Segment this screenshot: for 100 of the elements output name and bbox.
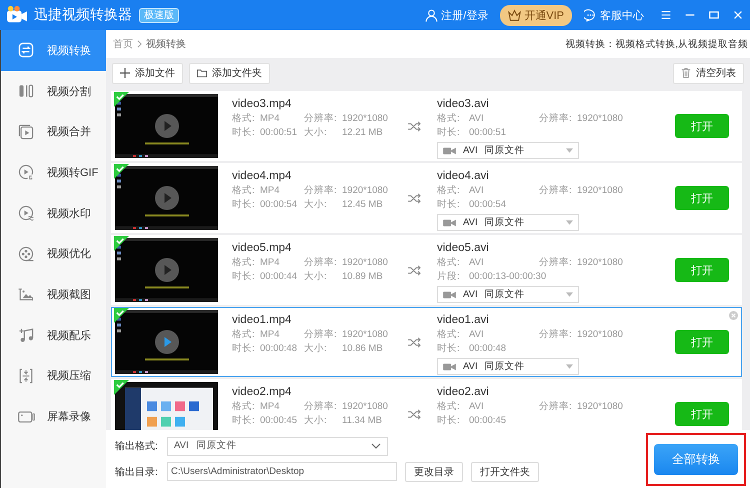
- play-icon[interactable]: [155, 330, 179, 354]
- checkmark-icon[interactable]: [114, 164, 129, 179]
- tool-icon: [17, 366, 35, 385]
- maximize-icon[interactable]: [708, 9, 720, 21]
- shuffle-icon: [408, 336, 421, 348]
- field-label: 时长:: [232, 199, 256, 211]
- field-label: 大小:: [304, 343, 328, 355]
- field-label: 分辨率:: [304, 401, 338, 413]
- field-label: 格式:: [232, 113, 256, 125]
- open-folder-button[interactable]: 打开文件夹: [471, 462, 539, 482]
- field-label: 分辨率:: [304, 185, 338, 197]
- play-icon[interactable]: [155, 186, 179, 210]
- file-row[interactable]: video4.mp4 格式: MP4 分辨率: 1920*1080 时长: 00:00:54 大小: 12.45 MB video4.avi 格式: AVI 分辨率: 1920*1080 时长: 00:00:54 AVI 同原文件 打开: [111, 163, 742, 233]
- field-value: 00:00:44: [260, 271, 298, 283]
- field-value: 1920*1080: [577, 257, 624, 269]
- field-label: 格式:: [437, 329, 461, 341]
- output-format-select[interactable]: AVI 同原文件: [167, 436, 388, 456]
- dropdown-caret-icon: [566, 220, 573, 225]
- play-icon[interactable]: [155, 258, 179, 282]
- output-folder-label: 输出目录:: [115, 466, 159, 478]
- field-label: 片段:: [437, 271, 461, 283]
- checkmark-icon[interactable]: [114, 236, 129, 251]
- sidebar-item[interactable]: 屏幕录像: [1, 396, 106, 437]
- format-dropdown[interactable]: AVI 同原文件: [437, 142, 579, 159]
- user-icon: [425, 8, 438, 22]
- quality-value: 同原文件: [484, 288, 525, 300]
- field-label: 格式:: [232, 185, 256, 197]
- login-button[interactable]: 注册/登录: [421, 8, 492, 22]
- field-value: AVI: [469, 329, 485, 341]
- video-camera-icon: [443, 362, 456, 370]
- sidebar-item[interactable]: 视频压缩: [1, 356, 106, 396]
- field-value: 1920*1080: [342, 257, 389, 269]
- sidebar-item[interactable]: 视频分割: [1, 70, 106, 112]
- field-label: 分辨率:: [539, 185, 573, 197]
- sidebar-item[interactable]: 视频合并: [1, 111, 106, 152]
- tool-icon: [17, 122, 35, 141]
- tool-icon: [17, 163, 35, 182]
- close-icon[interactable]: [732, 9, 744, 21]
- camera-logo-icon: [6, 5, 28, 25]
- sidebar-item[interactable]: 视频转GIF: [1, 152, 106, 193]
- file-row[interactable]: video5.mp4 格式: MP4 分辨率: 1920*1080 时长: 00:00:44 大小: 10.89 MB video5.avi 格式: AVI 分辨率: 1920*1080 片段: 00:00:13-00:00:30 AVI 同原文件 打开: [111, 235, 742, 305]
- shuffle-icon: [408, 192, 421, 204]
- field-label: 时长:: [232, 127, 256, 139]
- vip-button[interactable]: 开通VIP: [500, 4, 572, 26]
- page-description: 视频转换：视频格式转换,从视频提取音频: [565, 38, 748, 50]
- field-label: 格式:: [437, 113, 461, 125]
- format-dropdown[interactable]: AVI 同原文件: [437, 214, 579, 231]
- window-title: 迅捷视频转换器: [34, 6, 132, 24]
- format-value: AVI: [463, 360, 478, 372]
- file-name: video4.mp4: [232, 169, 292, 183]
- chevron-icon: [137, 40, 142, 48]
- field-label: 分辨率:: [539, 257, 573, 269]
- checkmark-icon[interactable]: [114, 380, 129, 395]
- field-value: 1920*1080: [342, 329, 389, 341]
- change-folder-button[interactable]: 更改目录: [405, 462, 463, 482]
- sidebar-item[interactable]: 视频截图: [1, 274, 106, 315]
- field-label: 分辨率:: [539, 113, 573, 125]
- tool-icon: [17, 82, 35, 100]
- field-value: 00:00:54: [469, 199, 507, 211]
- quality-value: 同原文件: [196, 440, 237, 452]
- play-icon[interactable]: [155, 114, 179, 138]
- sidebar-item[interactable]: 视频水印: [1, 192, 106, 234]
- field-value: 11.34 MB: [342, 415, 383, 427]
- format-dropdown[interactable]: AVI 同原文件: [437, 358, 579, 375]
- file-row[interactable]: video3.mp4 格式: MP4 分辨率: 1920*1080 时长: 00:00:51 大小: 12.21 MB video3.avi 格式: AVI 分辨率: 1920*1080 时长: 00:00:51 AVI 同原文件 打开: [111, 91, 742, 161]
- field-value: MP4: [260, 329, 281, 341]
- field-label: 分辨率:: [539, 401, 573, 413]
- sidebar-item[interactable]: 视频优化: [1, 233, 106, 274]
- field-value: 1920*1080: [577, 401, 624, 413]
- field-label: 时长:: [437, 415, 461, 427]
- output-folder-field[interactable]: C:\Users\Administrator\Desktop: [167, 462, 397, 481]
- format-value: AVI: [463, 288, 478, 300]
- dropdown-caret-icon: [566, 364, 573, 369]
- file-row[interactable]: video2.mp4 格式: MP4 分辨率: 1920*1080 时长: 00:00:45 大小: 11.34 MB video2.avi 格式: AVI 分辨率: 1920*1080 时长: 00:00:45 打开: [111, 379, 742, 430]
- field-label: 大小:: [304, 271, 328, 283]
- clear-list-button[interactable]: 清空列表: [673, 62, 744, 84]
- breadcrumb-item: 视频转换: [146, 38, 186, 51]
- field-label: 格式:: [437, 185, 461, 197]
- add-file-button[interactable]: 添加文件: [112, 62, 183, 84]
- checkmark-icon[interactable]: [114, 92, 129, 107]
- tool-icon: [17, 244, 35, 263]
- quality-value: 同原文件: [484, 144, 525, 156]
- field-label: 时长:: [437, 343, 461, 355]
- file-row[interactable]: video1.mp4 格式: MP4 分辨率: 1920*1080 时长: 00:00:48 大小: 10.86 MB video1.avi 格式: AVI 分辨率: 1920*1080 时长: 00:00:48 AVI 同原文件 打开: [111, 307, 742, 377]
- field-label: 分辨率:: [539, 329, 573, 341]
- field-value: 1920*1080: [577, 185, 624, 197]
- video-camera-icon: [443, 290, 456, 298]
- field-value: AVI: [469, 401, 485, 413]
- trash-icon: [681, 68, 691, 78]
- checkmark-icon[interactable]: [114, 308, 129, 323]
- support-button[interactable]: 客服中心: [580, 8, 648, 22]
- add-folder-button[interactable]: 添加文件夹: [189, 62, 270, 84]
- sidebar-item[interactable]: 视频配乐: [1, 314, 106, 356]
- field-value: 00:00:51: [260, 127, 298, 139]
- menu-icon[interactable]: [660, 9, 672, 21]
- video-camera-icon: [443, 218, 456, 226]
- format-dropdown[interactable]: AVI 同原文件: [437, 286, 579, 303]
- output-format-label: 输出格式:: [115, 440, 159, 453]
- field-value: 00:00:13-00:00:30: [469, 271, 548, 283]
- field-value: 12.21 MB: [342, 127, 384, 139]
